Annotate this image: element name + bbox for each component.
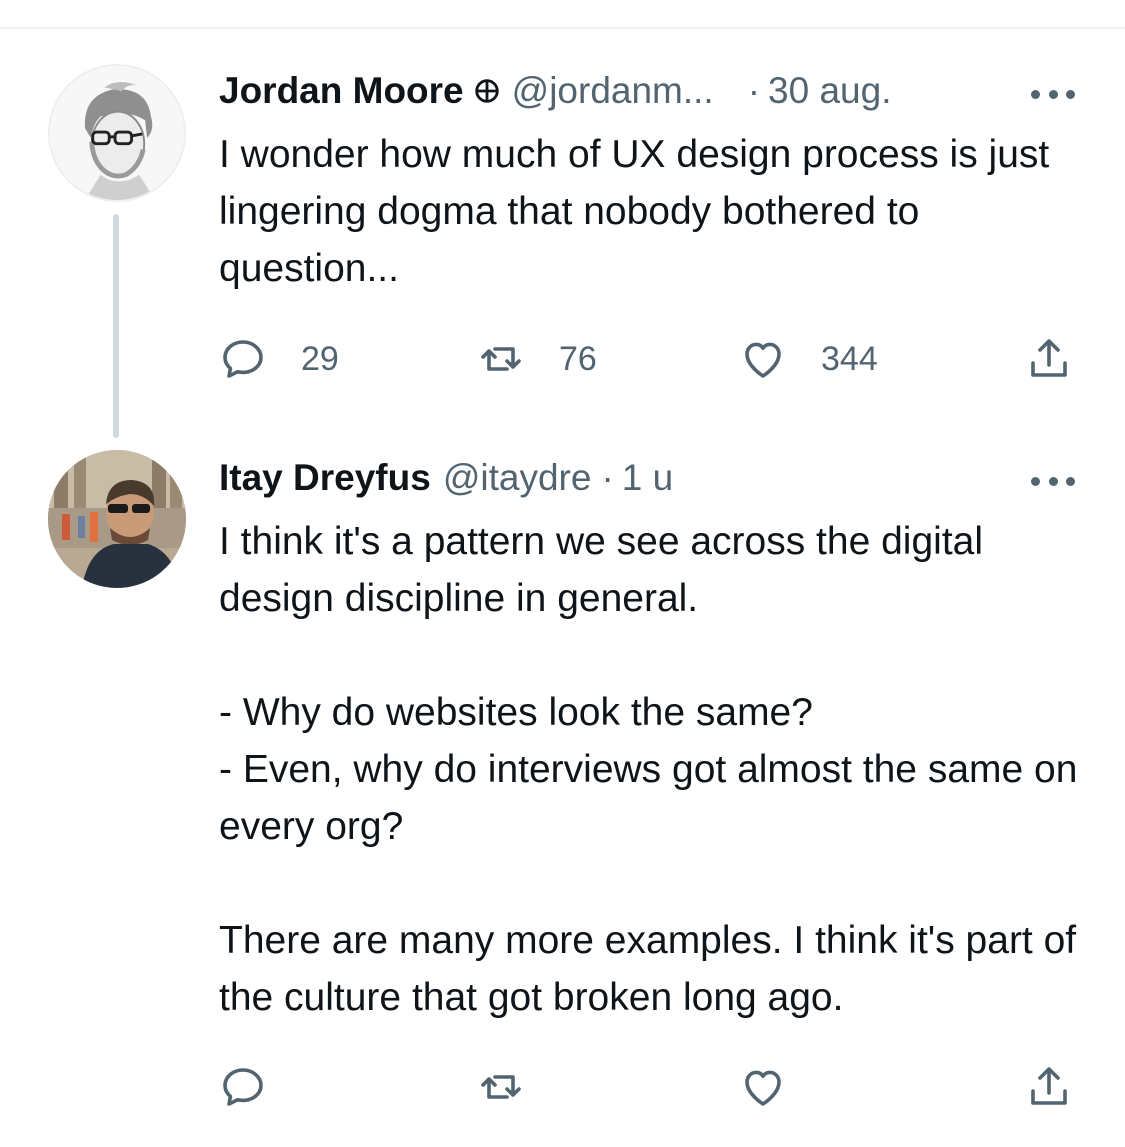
more-options-icon[interactable] bbox=[1031, 471, 1075, 491]
tweet-timestamp[interactable]: 30 aug. bbox=[768, 70, 891, 112]
retweet-count: 76 bbox=[559, 339, 597, 378]
retweet-button[interactable] bbox=[477, 1062, 525, 1112]
tweet-header: Itay Dreyfus @itaydre · 1 u bbox=[219, 453, 673, 503]
author-handle[interactable]: @itaydre bbox=[443, 457, 592, 499]
reply-icon bbox=[223, 1068, 263, 1106]
tweet-text: I think it's a pattern we see across the… bbox=[219, 520, 1078, 1019]
tweet-timestamp[interactable]: 1 u bbox=[622, 457, 673, 499]
retweet-button[interactable]: 76 bbox=[477, 334, 597, 384]
more-options-icon[interactable] bbox=[1031, 84, 1075, 104]
reply-button[interactable] bbox=[219, 1062, 267, 1112]
avatar-itay-dreyfus[interactable] bbox=[48, 450, 186, 588]
author-name[interactable]: Jordan Moore bbox=[219, 70, 464, 112]
like-button[interactable] bbox=[739, 1062, 787, 1112]
reply-count: 29 bbox=[301, 339, 339, 378]
top-divider bbox=[0, 27, 1125, 29]
retweet-icon bbox=[481, 1075, 521, 1099]
author-handle[interactable]: @jordanm... bbox=[512, 70, 714, 112]
globe-crosshair-icon bbox=[474, 78, 500, 104]
tweet-actions bbox=[219, 1062, 1079, 1112]
tweet-text: I wonder how much of UX design process i… bbox=[219, 133, 1061, 290]
like-button[interactable]: 344 bbox=[739, 334, 878, 384]
retweet-icon bbox=[481, 347, 521, 371]
avatar-photo bbox=[48, 450, 186, 588]
reply-button[interactable]: 29 bbox=[219, 334, 339, 384]
like-count: 344 bbox=[821, 339, 878, 378]
share-icon bbox=[1031, 339, 1067, 377]
separator-dot: · bbox=[747, 70, 761, 111]
reply-icon bbox=[223, 340, 263, 378]
author-name[interactable]: Itay Dreyfus bbox=[219, 457, 431, 499]
separator-dot: · bbox=[601, 457, 614, 498]
avatar-jordan-moore[interactable] bbox=[48, 64, 186, 202]
share-button[interactable] bbox=[1025, 1062, 1073, 1112]
share-button[interactable] bbox=[1025, 334, 1073, 384]
heart-icon bbox=[745, 342, 781, 378]
heart-icon bbox=[745, 1070, 781, 1106]
share-icon bbox=[1031, 1067, 1067, 1105]
tweet-thread: Jordan Moore @jordanm... · 30 aug. I won… bbox=[0, 0, 1125, 1147]
tweet-actions: 29 76 344 bbox=[219, 334, 1079, 384]
avatar-illustration bbox=[50, 66, 184, 200]
thread-connector-line bbox=[113, 214, 119, 438]
tweet-header: Jordan Moore @jordanm... · 30 aug. bbox=[219, 66, 892, 116]
